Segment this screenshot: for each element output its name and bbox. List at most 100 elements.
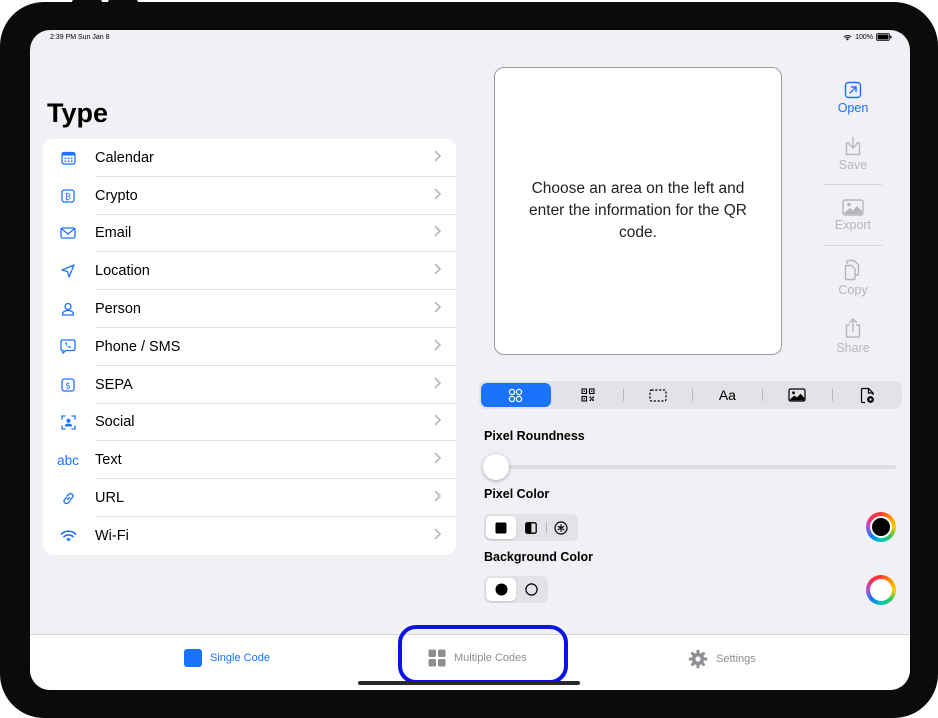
copy-button[interactable]: Copy [820,248,886,308]
list-item-calendar[interactable]: Calendar [43,139,456,177]
status-bar: 2:39 PM Sun Jan 8 100% [30,30,910,52]
chevron-right-icon [434,413,442,431]
open-button[interactable]: Open [820,70,886,126]
qrcode-icon [581,388,595,402]
device-button [72,0,102,4]
location-arrow-icon [55,261,81,281]
list-item-url[interactable]: URL [43,479,456,517]
pixels-icon [509,388,523,402]
tab-font[interactable]: Aa [692,383,762,407]
person-frame-icon [55,412,81,432]
photo-icon [788,388,806,402]
chevron-right-icon [434,451,442,469]
save-label: Save [838,158,868,172]
list-item-location[interactable]: Location [43,252,456,290]
envelope-icon [55,223,81,243]
phone-bubble-icon [55,337,81,357]
list-item-label: Location [95,263,150,280]
list-item-phone-sms[interactable]: Phone / SMS [43,328,456,366]
tab-settings[interactable]: Settings [688,649,756,669]
open-label: Open [837,101,869,115]
document-gear-icon [860,387,874,403]
list-item-label: Crypto [95,187,138,204]
background-color-label: Background Color [484,550,594,564]
battery-percent: 100% [855,33,873,41]
pixel-color-style-picker [484,514,578,541]
list-item-label: URL [95,490,125,507]
list-item-crypto[interactable]: ₿ Crypto [43,177,456,215]
background-color-clear-option[interactable] [516,578,546,601]
list-item-email[interactable]: Email [43,215,456,253]
chevron-right-icon [434,489,442,507]
pixel-color-well[interactable] [866,512,896,542]
pixel-color-gradient-option[interactable] [516,516,546,539]
list-item-label: Social [95,414,135,431]
device-button [108,0,138,4]
tab-document-settings[interactable] [832,383,902,407]
pixel-color-swatch [870,516,892,538]
list-item-label: Phone / SMS [95,338,181,355]
list-item-wifi[interactable]: Wi-Fi [43,517,456,555]
pixel-roundness-label: Pixel Roundness [484,429,585,443]
background-color-swatch [870,579,892,601]
list-item-sepa[interactable]: $ SEPA [43,366,456,404]
divider [824,184,882,185]
pixel-roundness-slider-track[interactable] [495,465,896,469]
background-color-well[interactable] [866,575,896,605]
list-item-label: Calendar [95,149,154,166]
gear-icon [688,649,708,669]
half-square-icon [525,521,537,534]
divider [824,245,882,246]
wifi-status-icon [843,34,852,41]
filled-circle-icon [495,583,507,596]
photo-icon [842,198,864,216]
status-indicators: 100% [843,33,892,41]
calendar-icon [55,148,81,168]
svg-text:₿: ₿ [65,191,71,202]
tab-single-code[interactable]: Single Code [184,649,270,667]
chevron-right-icon [434,187,442,205]
battery-icon [876,33,892,41]
empty-circle-icon [524,583,538,596]
filled-square-icon [495,522,507,533]
tab-qr-pattern[interactable] [553,383,623,407]
list-item-person[interactable]: Person [43,290,456,328]
background-color-style-picker [484,576,548,603]
share-button[interactable]: Share [820,308,886,364]
chevron-right-icon [434,224,442,242]
list-item-label: Email [95,225,132,242]
save-button[interactable]: Save [820,126,886,182]
bitcoin-icon: ₿ [55,186,81,206]
list-item-label: Text [95,452,122,469]
home-indicator[interactable] [358,681,580,685]
tab-pixels[interactable] [481,383,551,407]
pixel-roundness-slider-thumb[interactable] [483,454,509,480]
tab-image[interactable] [762,383,832,407]
tab-label: Settings [716,653,756,665]
qr-preview: Choose an area on the left and enter the… [494,67,782,355]
list-item-text[interactable]: abc Text [43,441,456,479]
chevron-right-icon [434,149,442,167]
dollar-icon: $ [55,375,81,395]
tab-frame[interactable] [622,383,693,407]
export-button[interactable]: Export [820,187,886,243]
pixel-color-label: Pixel Color [484,487,550,501]
background-color-filled-option[interactable] [486,578,516,601]
svg-text:$: $ [65,381,70,391]
wifi-icon [55,526,81,546]
copy-label: Copy [838,283,868,297]
style-tabs: Aa [479,381,902,409]
open-icon [844,81,862,99]
highlight-annotation [398,625,568,684]
export-label: Export [834,217,872,232]
pixel-color-solid-option[interactable] [486,516,516,539]
pixel-color-random-option[interactable] [546,516,576,539]
link-icon [55,488,81,508]
status-time: 2:39 PM Sun Jan 8 [50,34,110,41]
chevron-right-icon [434,376,442,394]
chevron-right-icon [434,300,442,318]
list-item-social[interactable]: Social [43,404,456,442]
abc-icon: abc [57,452,79,468]
single-code-icon [184,649,202,667]
asterisk-circle-icon [554,520,568,535]
